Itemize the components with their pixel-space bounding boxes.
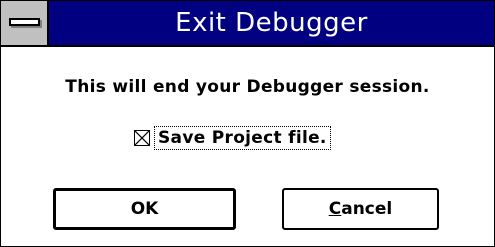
save-project-checkbox-row[interactable]: Save Project file.	[134, 123, 331, 153]
save-project-checkbox-label[interactable]: Save Project file.	[154, 126, 331, 150]
ok-button[interactable]: OK	[53, 188, 236, 230]
exit-debugger-dialog: Exit Debugger This will end your Debugge…	[0, 0, 495, 247]
system-menu-button[interactable]	[1, 1, 49, 45]
x-mark-icon	[135, 131, 149, 145]
title-bar[interactable]: Exit Debugger	[1, 1, 494, 47]
save-project-checkbox[interactable]	[134, 130, 150, 146]
dialog-title: Exit Debugger	[175, 8, 368, 38]
system-menu-icon	[9, 18, 40, 26]
dialog-message: This will end your Debugger session.	[65, 77, 430, 97]
cancel-button[interactable]: Cancel	[282, 188, 439, 230]
